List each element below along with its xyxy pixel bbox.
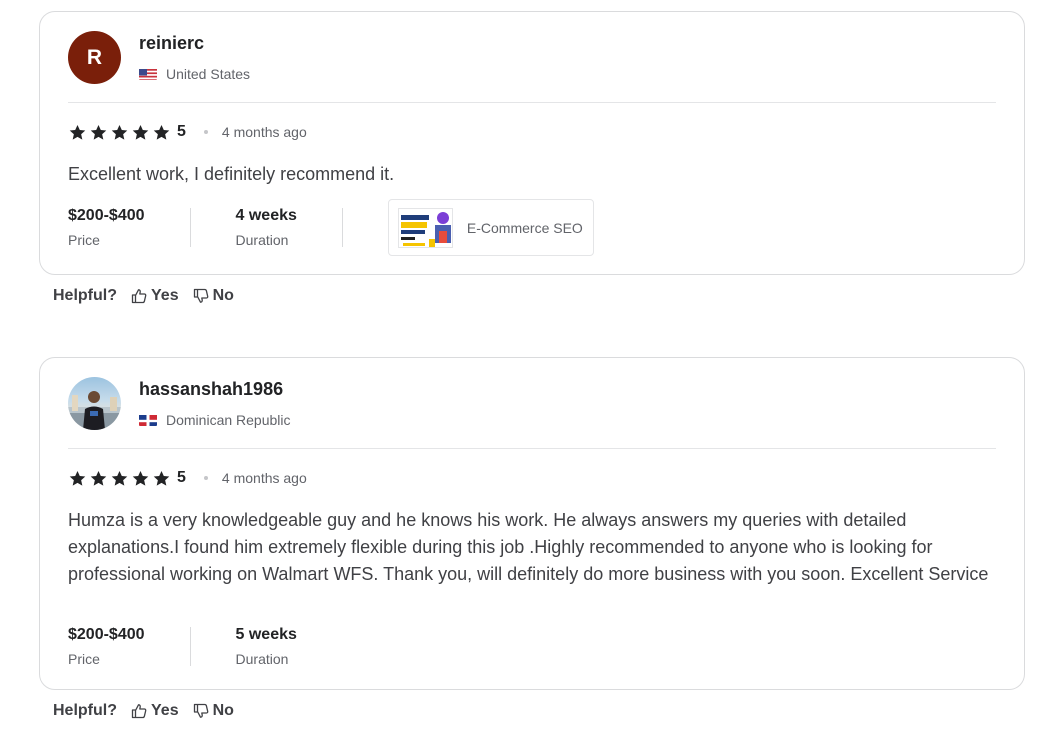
rating-value: 5 xyxy=(177,469,186,486)
meta-divider xyxy=(341,208,343,247)
review-time: 4 months ago xyxy=(221,124,307,140)
review-meta: $200-$400 Price 5 weeks Duration xyxy=(68,626,297,667)
yes-label: Yes xyxy=(151,287,179,304)
no-label: No xyxy=(212,287,234,304)
separator-dot xyxy=(203,130,208,134)
meta-divider xyxy=(189,208,191,247)
star-icon xyxy=(69,470,86,486)
price-value: $200-$400 xyxy=(68,207,145,224)
price-label: Price xyxy=(68,232,100,248)
star-rating xyxy=(68,123,171,142)
divider xyxy=(68,102,996,103)
price-label: Price xyxy=(68,651,100,667)
dominican-republic-flag-icon xyxy=(139,414,157,426)
duration-block: 4 weeks Duration xyxy=(236,207,297,248)
avatar-letter: R xyxy=(86,45,103,69)
yes-label: Yes xyxy=(151,702,179,719)
duration-value: 5 weeks xyxy=(235,626,297,643)
price-value: $200-$400 xyxy=(68,626,145,643)
review-time: 4 months ago xyxy=(221,470,307,486)
us-flag-icon xyxy=(139,68,157,80)
star-icon xyxy=(90,124,107,140)
reviewer-username[interactable]: hassanshah1986 xyxy=(139,379,283,400)
rating-row: 5 4 months ago xyxy=(68,468,307,488)
avatar[interactable]: R xyxy=(68,31,121,84)
star-icon xyxy=(111,470,128,486)
review-card: hassanshah1986 Dominican Republic 5 4 mo… xyxy=(39,357,1025,690)
reviewer-country: Dominican Republic xyxy=(139,412,291,428)
rating-row: 5 4 months ago xyxy=(68,122,307,142)
review-text: Humza is a very knowledgeable guy and he… xyxy=(68,510,989,584)
helpful-label: Helpful? xyxy=(53,702,117,719)
review-meta: $200-$400 Price 4 weeks Duration E-Comme… xyxy=(68,199,594,256)
review-text: Excellent work, I definitely recommend i… xyxy=(68,164,395,184)
reviewer-username[interactable]: reinierc xyxy=(139,33,204,54)
country-name: Dominican Republic xyxy=(166,412,291,428)
star-icon xyxy=(69,124,86,140)
helpful-label: Helpful? xyxy=(53,287,117,304)
review-card: R reinierc United States 5 4 months ago xyxy=(39,11,1025,275)
thumbs-down-icon xyxy=(193,288,208,303)
star-icon xyxy=(153,124,170,140)
duration-value: 4 weeks xyxy=(235,207,297,224)
helpful-yes-button[interactable]: Yes xyxy=(131,702,179,720)
price-block: $200-$400 Price xyxy=(68,626,145,667)
separator-dot xyxy=(203,476,208,480)
no-label: No xyxy=(212,702,234,719)
thumbs-up-icon xyxy=(131,704,147,719)
helpful-no-button[interactable]: No xyxy=(193,287,234,305)
star-rating xyxy=(68,469,171,488)
helpful-row: Helpful? Yes No xyxy=(53,287,248,305)
divider xyxy=(68,448,996,449)
star-icon xyxy=(90,470,107,486)
star-icon xyxy=(132,124,149,140)
duration-block: 5 weeks Duration xyxy=(236,626,297,667)
country-name: United States xyxy=(166,66,251,82)
gig-thumbnail-image xyxy=(398,208,452,247)
star-icon xyxy=(132,470,149,486)
rating-value: 5 xyxy=(177,123,186,140)
helpful-yes-button[interactable]: Yes xyxy=(131,287,179,305)
helpful-no-button[interactable]: No xyxy=(193,702,234,720)
duration-label: Duration xyxy=(235,232,289,248)
duration-label: Duration xyxy=(235,651,289,667)
gig-link[interactable]: E-Commerce SEO xyxy=(387,199,594,256)
avatar[interactable] xyxy=(68,377,121,430)
price-block: $200-$400 Price xyxy=(68,207,145,248)
thumbs-up-icon xyxy=(131,289,147,304)
helpful-row: Helpful? Yes No xyxy=(53,702,248,720)
star-icon xyxy=(111,124,128,140)
thumbs-down-icon xyxy=(193,703,208,718)
reviewer-country: United States xyxy=(139,66,250,82)
gig-label: E-Commerce SEO xyxy=(466,219,583,236)
star-icon xyxy=(153,470,170,486)
meta-divider xyxy=(189,627,191,666)
gig-thumbnail xyxy=(397,207,453,248)
avatar-photo xyxy=(68,391,121,430)
